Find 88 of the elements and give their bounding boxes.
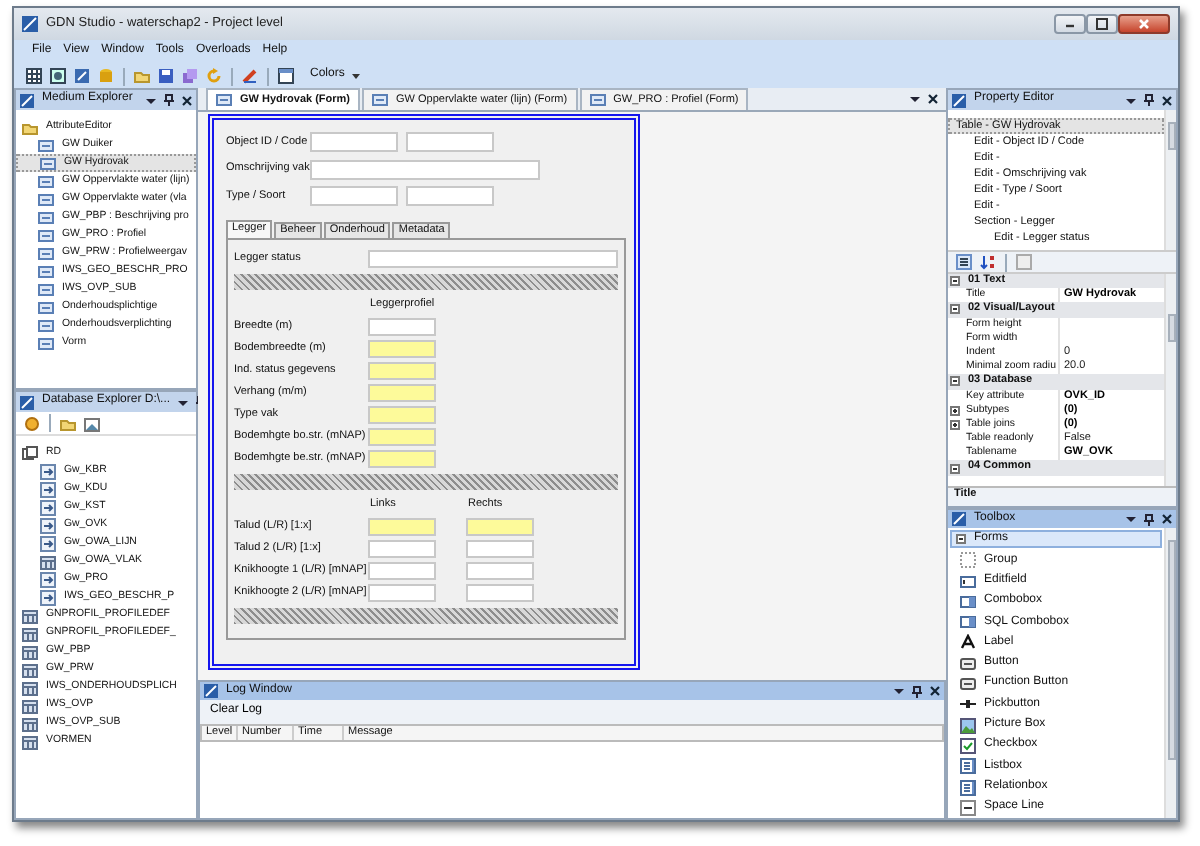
dropdown-icon[interactable] — [910, 94, 920, 104]
collapse-icon[interactable] — [950, 463, 960, 474]
toolbar-separator — [230, 67, 234, 85]
collapse-icon[interactable] — [956, 534, 966, 545]
pin-icon[interactable] — [1144, 94, 1154, 106]
close-button[interactable] — [1118, 14, 1170, 34]
close-icon[interactable] — [182, 95, 192, 105]
sort-icon[interactable] — [980, 254, 996, 270]
group-icon — [960, 552, 976, 569]
input-field[interactable] — [368, 249, 618, 269]
input-field[interactable] — [368, 539, 436, 559]
combobox-icon — [960, 593, 976, 610]
input-field[interactable] — [368, 405, 436, 425]
dropdown-icon[interactable] — [1126, 514, 1136, 525]
close-icon[interactable] — [930, 686, 940, 696]
input-field[interactable] — [310, 159, 540, 179]
collapse-icon[interactable] — [950, 276, 960, 287]
input-field[interactable] — [466, 539, 534, 559]
close-icon[interactable] — [1162, 95, 1172, 105]
input-field[interactable] — [406, 132, 494, 152]
listbox-icon — [960, 758, 976, 775]
caret-icon — [352, 72, 361, 80]
label-icon — [960, 634, 976, 651]
form-icon — [589, 92, 606, 108]
input-field[interactable] — [368, 383, 436, 403]
input-field[interactable] — [368, 517, 436, 537]
input-field[interactable] — [310, 186, 398, 206]
pencil-icon[interactable] — [242, 68, 258, 84]
table-icon — [40, 553, 56, 569]
maximize-icon — [1096, 18, 1108, 30]
input-field[interactable] — [406, 186, 494, 206]
dropdown-icon[interactable] — [894, 686, 904, 696]
copy-icon[interactable] — [182, 68, 198, 84]
close-icon[interactable] — [928, 94, 938, 104]
close-icon — [1138, 18, 1150, 30]
app-icon — [20, 395, 34, 409]
scrollbar[interactable] — [1164, 274, 1176, 487]
dropdown-icon[interactable] — [1126, 95, 1136, 105]
textbox-icon — [960, 573, 976, 590]
pin-icon[interactable] — [912, 685, 922, 697]
expand-icon[interactable] — [950, 419, 960, 430]
dropdown-icon[interactable] — [146, 95, 156, 105]
toolbar-separator — [48, 414, 52, 432]
combobox-icon — [960, 614, 976, 631]
refresh-icon[interactable] — [24, 415, 40, 431]
input-field[interactable] — [368, 449, 436, 469]
categorized-icon[interactable] — [956, 254, 972, 270]
dropdown-icon[interactable] — [178, 397, 189, 407]
collapse-icon[interactable] — [950, 304, 960, 315]
grid-icon[interactable] — [26, 68, 42, 84]
pin-icon[interactable] — [1144, 513, 1154, 526]
form-icon — [372, 92, 389, 108]
edit-icon[interactable] — [74, 68, 90, 84]
button-icon — [960, 676, 976, 693]
checkbox-icon — [960, 737, 976, 754]
image-icon[interactable] — [84, 415, 100, 431]
input-field[interactable] — [466, 583, 534, 603]
scrollbar[interactable] — [1164, 110, 1176, 250]
maximize-button[interactable] — [1086, 14, 1118, 34]
pick-icon — [960, 696, 976, 713]
picture-icon — [960, 717, 976, 734]
app-icon — [22, 16, 38, 32]
listbox-icon — [960, 779, 976, 796]
scrollbar[interactable] — [1164, 528, 1176, 818]
toolbar-separator — [1004, 253, 1008, 271]
database-icon — [22, 445, 38, 461]
expand-icon[interactable] — [950, 405, 960, 416]
image-icon[interactable] — [50, 68, 66, 84]
form-icon — [216, 92, 232, 108]
app-icon — [20, 93, 34, 107]
input-field[interactable] — [368, 361, 436, 381]
input-field[interactable] — [368, 561, 436, 581]
input-field[interactable] — [466, 517, 534, 537]
pin-icon[interactable] — [164, 94, 174, 106]
minimize-button[interactable] — [1054, 14, 1086, 34]
toolbar-separator — [266, 67, 270, 85]
save-icon[interactable] — [158, 68, 174, 84]
input-field[interactable] — [368, 317, 436, 337]
button-icon — [960, 655, 976, 672]
input-field[interactable] — [310, 132, 398, 152]
input-field[interactable] — [368, 583, 436, 603]
window-icon[interactable] — [278, 68, 294, 84]
folder-icon — [22, 119, 38, 135]
close-icon[interactable] — [1162, 514, 1172, 525]
collapse-icon[interactable] — [950, 376, 960, 387]
input-field[interactable] — [368, 427, 436, 447]
input-field[interactable] — [368, 339, 436, 359]
input-field[interactable] — [466, 561, 534, 581]
